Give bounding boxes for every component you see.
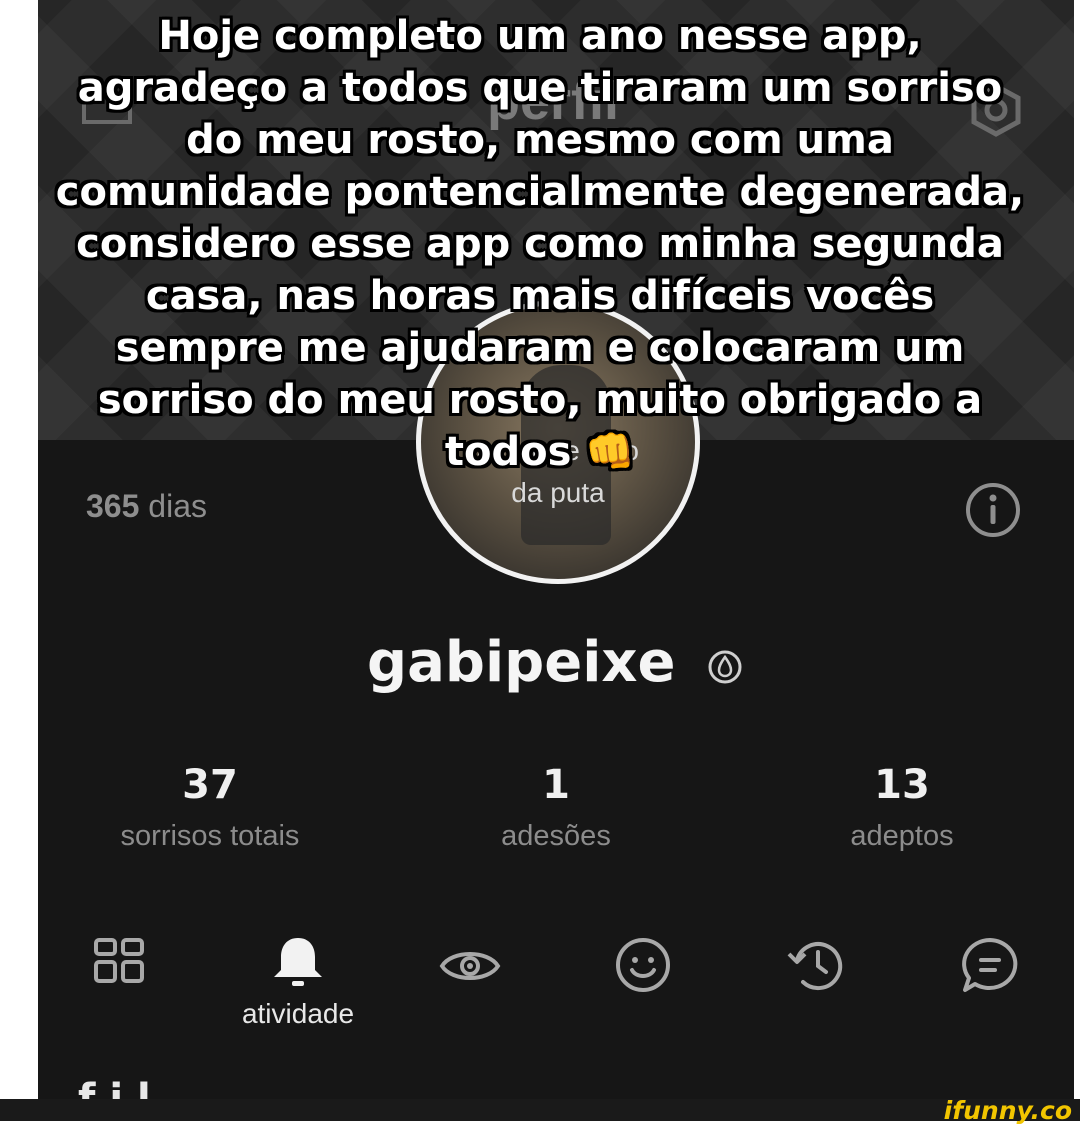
cut-off-section-title: f i l: [78, 1078, 151, 1099]
stat-value: 37: [182, 762, 238, 808]
username-row: gabipeixe: [38, 630, 1074, 695]
eye-icon: [439, 952, 501, 980]
account-age: 365 dias: [86, 488, 207, 525]
tab-history[interactable]: [781, 932, 851, 1002]
watermark-bar: [0, 1099, 1080, 1121]
stat-label: sorrisos totais: [120, 820, 300, 852]
caption-line: considero esse app como minha segunda: [76, 221, 1004, 267]
tab-views[interactable]: [435, 932, 505, 1002]
grid-icon: [94, 938, 144, 983]
stat-label: adesões: [501, 820, 611, 852]
droplet-icon: [708, 650, 742, 684]
caption-line: comunidade pontencialmente degenerada,: [55, 169, 1025, 215]
caption-line: todos 👊: [444, 429, 636, 475]
tab-activity[interactable]: [263, 932, 333, 1002]
bell-icon: [274, 938, 322, 986]
days-count: 365: [86, 488, 140, 524]
history-icon: [787, 942, 843, 990]
avatar-caption-line2: da puta: [511, 477, 605, 508]
stat-total-smiles[interactable]: 37 sorrisos totais: [60, 762, 360, 853]
chat-icon: [962, 938, 1018, 992]
caption-line: do meu rosto, mesmo com uma: [186, 117, 894, 163]
caption-line: sorriso do meu rosto, muito obrigado a: [97, 377, 983, 423]
info-icon[interactable]: [964, 481, 1022, 539]
days-label: dias: [148, 488, 207, 524]
stat-subscriptions[interactable]: 1 adesões: [406, 762, 706, 853]
caption-line: sempre me ajudaram e colocaram um: [115, 325, 965, 371]
tab-activity-label: atividade: [241, 998, 355, 1029]
stat-value: 1: [542, 762, 570, 808]
stat-label: adeptos: [850, 820, 954, 852]
tab-smiles[interactable]: [608, 932, 678, 1002]
stat-value: 13: [874, 762, 930, 808]
caption-line: casa, nas horas mais difíceis vocês: [145, 273, 935, 319]
caption-line: agradeço a todos que tiraram um sorriso: [77, 65, 1003, 111]
tab-comments[interactable]: [955, 932, 1025, 1002]
caption-line: Hoje completo um ano nesse app,: [158, 13, 922, 59]
stat-subscribers[interactable]: 13 adeptos: [752, 762, 1052, 853]
tab-grid[interactable]: [84, 932, 154, 1002]
meme-caption: Hoje completo um ano nesse app, agradeço…: [0, 10, 1080, 478]
smiley-icon: [616, 938, 670, 992]
username: gabipeixe: [366, 630, 676, 695]
